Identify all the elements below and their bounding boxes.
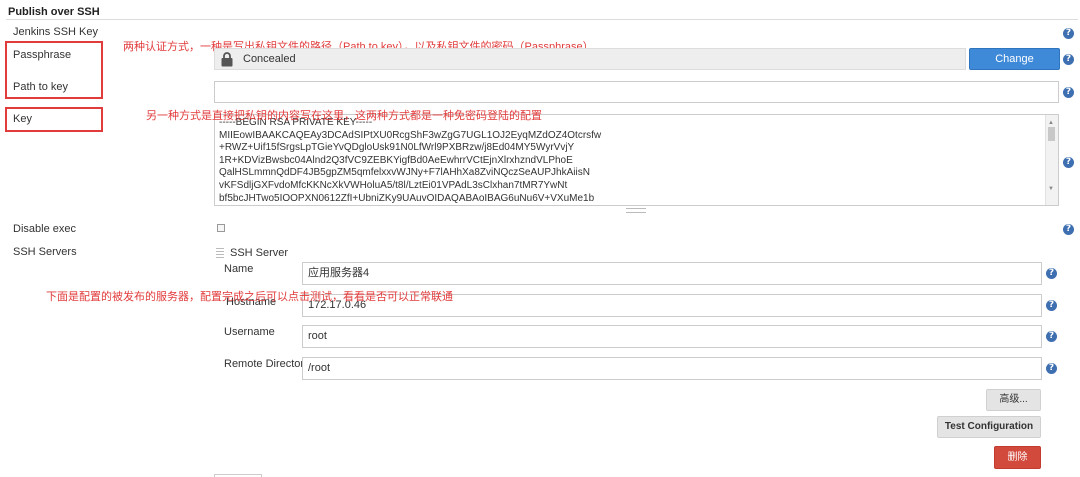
passphrase-label: Passphrase xyxy=(13,49,72,61)
jenkins-ssh-key-label: Jenkins SSH Key xyxy=(13,26,98,38)
help-icon[interactable]: ? xyxy=(1046,300,1057,311)
help-icon[interactable]: ? xyxy=(1046,268,1057,279)
change-password-button[interactable]: Change Password xyxy=(969,48,1060,85)
key-line: MIIEowIBAAKCAQEAy3DCAdSIPtXU0RcgShF3wZgG… xyxy=(219,129,602,141)
disable-exec-checkbox[interactable] xyxy=(217,224,225,232)
resize-grip-icon[interactable] xyxy=(626,208,646,213)
key-line: 1R+KDVizBwsbc04Alnd2Q3fVC9ZEBKYigfBd0AeE… xyxy=(219,154,573,166)
help-icon[interactable]: ? xyxy=(1063,87,1074,98)
section-title: Publish over SSH xyxy=(8,6,100,18)
remote-directory-label: Remote Directory xyxy=(224,358,310,370)
help-icon[interactable]: ? xyxy=(1063,54,1074,65)
key-textarea[interactable]: -----BEGIN RSA PRIVATE KEY----- MIIEowIB… xyxy=(214,114,1059,206)
server-name-input[interactable]: 应用服务器4 xyxy=(302,262,1042,285)
disable-exec-label: Disable exec xyxy=(13,223,76,235)
scroll-thumb[interactable] xyxy=(1048,127,1055,141)
annotation-server-note: 下面是配置的被发布的服务器，配置完成之后可以点击测试，看看是否可以正常联通 xyxy=(46,291,453,303)
help-icon[interactable]: ? xyxy=(1063,224,1074,235)
help-icon[interactable]: ? xyxy=(1063,28,1074,39)
help-icon[interactable]: ? xyxy=(1063,157,1074,168)
username-label: Username xyxy=(224,326,275,338)
passphrase-field[interactable]: Concealed xyxy=(214,48,966,70)
scroll-down-icon[interactable]: ▼ xyxy=(1048,183,1054,196)
ssh-server-header: SSH Server xyxy=(230,247,289,259)
help-icon[interactable]: ? xyxy=(1046,363,1057,374)
annotation-key-note: 另一种方式是直接把私钥的内容写在这里，这两种方式都是一种免密码登陆的配置 xyxy=(146,110,542,122)
drag-handle-icon[interactable] xyxy=(216,248,224,258)
path-to-key-input[interactable] xyxy=(214,81,1059,103)
test-configuration-button[interactable]: Test Configuration xyxy=(937,416,1041,438)
server-name-label: Name xyxy=(224,263,254,275)
section-divider xyxy=(6,19,1078,20)
passphrase-value: Concealed xyxy=(243,53,296,65)
ssh-servers-label: SSH Servers xyxy=(13,246,77,258)
key-line: vKFSdljGXFvdoMfcKKNcXkVWHoluA5/t8l/LztEi… xyxy=(219,179,568,191)
delete-button[interactable]: 删除 xyxy=(994,446,1041,469)
lock-icon xyxy=(221,52,233,70)
remote-directory-input[interactable]: /root xyxy=(302,357,1042,380)
advanced-button[interactable]: 高级... xyxy=(986,389,1041,411)
key-line: QalHSLmmnQdDF4JB5gpZM5qmfelxxvWJNy+F7lAH… xyxy=(219,167,590,179)
help-icon[interactable]: ? xyxy=(1046,331,1057,342)
username-input[interactable]: root xyxy=(302,325,1042,348)
path-to-key-label: Path to key xyxy=(13,81,69,93)
key-label: Key xyxy=(13,113,32,125)
key-line: +RWZ+Uif15fSrgsLpTGieYvQDgloUsk91N0LfWrl… xyxy=(219,142,575,154)
key-line: bf5bcJHTwo5IOOPXN0612ZfI+UbniZKy9UAuvOID… xyxy=(219,192,595,204)
key-scrollbar[interactable]: ▲ ▼ xyxy=(1045,115,1058,205)
